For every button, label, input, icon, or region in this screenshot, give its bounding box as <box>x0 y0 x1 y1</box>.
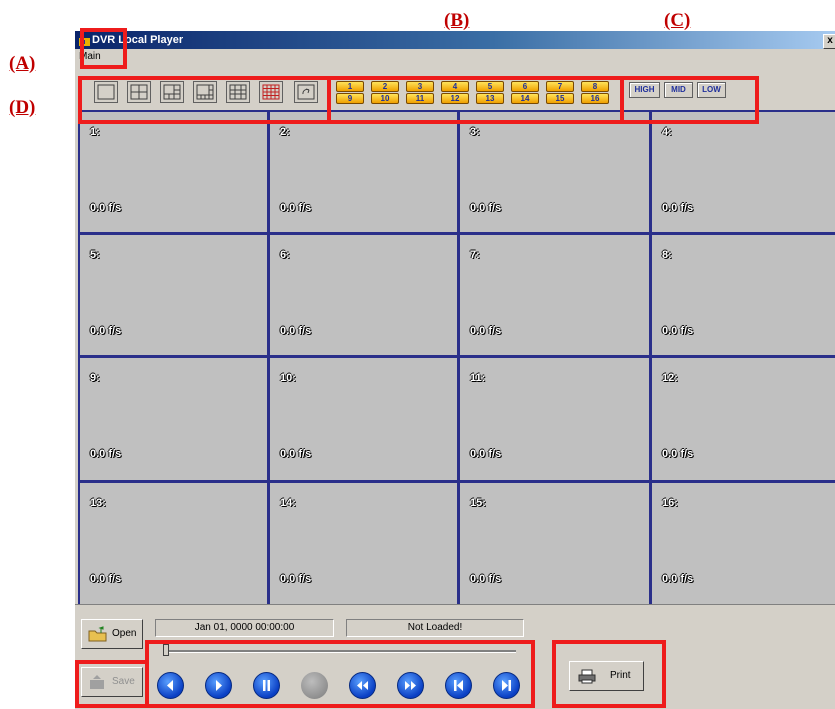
cell-fps: 0.0 f/s <box>280 325 312 337</box>
open-button[interactable]: Open <box>81 619 143 649</box>
video-cell[interactable]: 15: 0.0 f/s <box>460 483 649 604</box>
status-display: Not Loaded! <box>346 619 524 637</box>
cell-label: 16: <box>662 497 678 509</box>
video-cell[interactable]: 10: 0.0 f/s <box>270 358 457 480</box>
cell-label: 15: <box>470 497 486 509</box>
cell-fps: 0.0 f/s <box>280 448 312 460</box>
cell-fps: 0.0 f/s <box>280 202 312 214</box>
video-cell[interactable]: 5: 0.0 f/s <box>80 235 267 355</box>
cell-label: 13: <box>90 497 106 509</box>
cell-fps: 0.0 f/s <box>470 448 502 460</box>
cell-fps: 0.0 f/s <box>90 573 122 585</box>
video-cell[interactable]: 16: 0.0 f/s <box>652 483 835 604</box>
open-folder-icon <box>88 626 107 642</box>
menu-bar <box>75 49 835 65</box>
cell-label: 5: <box>90 249 100 261</box>
annotation-label-a: (A) <box>9 53 36 74</box>
cell-fps: 0.0 f/s <box>662 325 694 337</box>
cell-label: 7: <box>470 249 480 261</box>
cell-fps: 0.0 f/s <box>280 573 312 585</box>
annotation-box-save <box>75 660 149 708</box>
annotation-box-playback <box>145 640 535 708</box>
annotation-box-print <box>552 640 666 708</box>
video-cell[interactable]: 12: 0.0 f/s <box>652 358 835 480</box>
annotation-box-c <box>620 76 759 124</box>
cell-label: 8: <box>662 249 672 261</box>
cell-label: 1: <box>90 126 100 138</box>
cell-fps: 0.0 f/s <box>90 448 122 460</box>
video-cell[interactable]: 4: 0.0 f/s <box>652 112 835 232</box>
cell-fps: 0.0 f/s <box>90 325 122 337</box>
cell-label: 12: <box>662 372 678 384</box>
cell-fps: 0.0 f/s <box>470 202 502 214</box>
annotation-box-d <box>78 76 331 124</box>
annotation-label-c: (C) <box>664 10 691 31</box>
cell-fps: 0.0 f/s <box>470 573 502 585</box>
video-cell[interactable]: 7: 0.0 f/s <box>460 235 649 355</box>
cell-label: 6: <box>280 249 290 261</box>
video-cell[interactable]: 8: 0.0 f/s <box>652 235 835 355</box>
cell-label: 10: <box>280 372 296 384</box>
video-cell[interactable]: 1: 0.0 f/s <box>80 112 267 232</box>
cell-fps: 0.0 f/s <box>90 202 122 214</box>
cell-label: 4: <box>662 126 672 138</box>
open-label: Open <box>112 628 137 639</box>
cell-label: 3: <box>470 126 480 138</box>
cell-label: 9: <box>90 372 100 384</box>
title-bar <box>75 31 835 49</box>
cell-fps: 0.0 f/s <box>470 325 502 337</box>
cell-label: 11: <box>470 372 486 384</box>
cell-label: 2: <box>280 126 290 138</box>
video-cell[interactable]: 14: 0.0 f/s <box>270 483 457 604</box>
video-cell[interactable]: 9: 0.0 f/s <box>80 358 267 480</box>
cell-fps: 0.0 f/s <box>662 202 694 214</box>
video-cell[interactable]: 6: 0.0 f/s <box>270 235 457 355</box>
annotation-box-a <box>80 28 127 69</box>
annotation-label-b: (B) <box>444 10 470 31</box>
annotation-box-b <box>327 76 624 124</box>
video-cell[interactable]: 3: 0.0 f/s <box>460 112 649 232</box>
video-cell[interactable]: 13: 0.0 f/s <box>80 483 267 604</box>
datetime-display: Jan 01, 0000 00:00:00 <box>155 619 334 637</box>
cell-fps: 0.0 f/s <box>662 573 694 585</box>
cell-fps: 0.0 f/s <box>662 448 694 460</box>
video-cell[interactable]: 11: 0.0 f/s <box>460 358 649 480</box>
annotation-label-d: (D) <box>9 97 36 118</box>
cell-label: 14: <box>280 497 296 509</box>
video-cell[interactable]: 2: 0.0 f/s <box>270 112 457 232</box>
video-grid: 1: 0.0 f/s 2: 0.0 f/s 3: 0.0 f/s 4: 0.0 f/s … <box>78 110 835 604</box>
close-icon[interactable]: x <box>823 34 835 49</box>
